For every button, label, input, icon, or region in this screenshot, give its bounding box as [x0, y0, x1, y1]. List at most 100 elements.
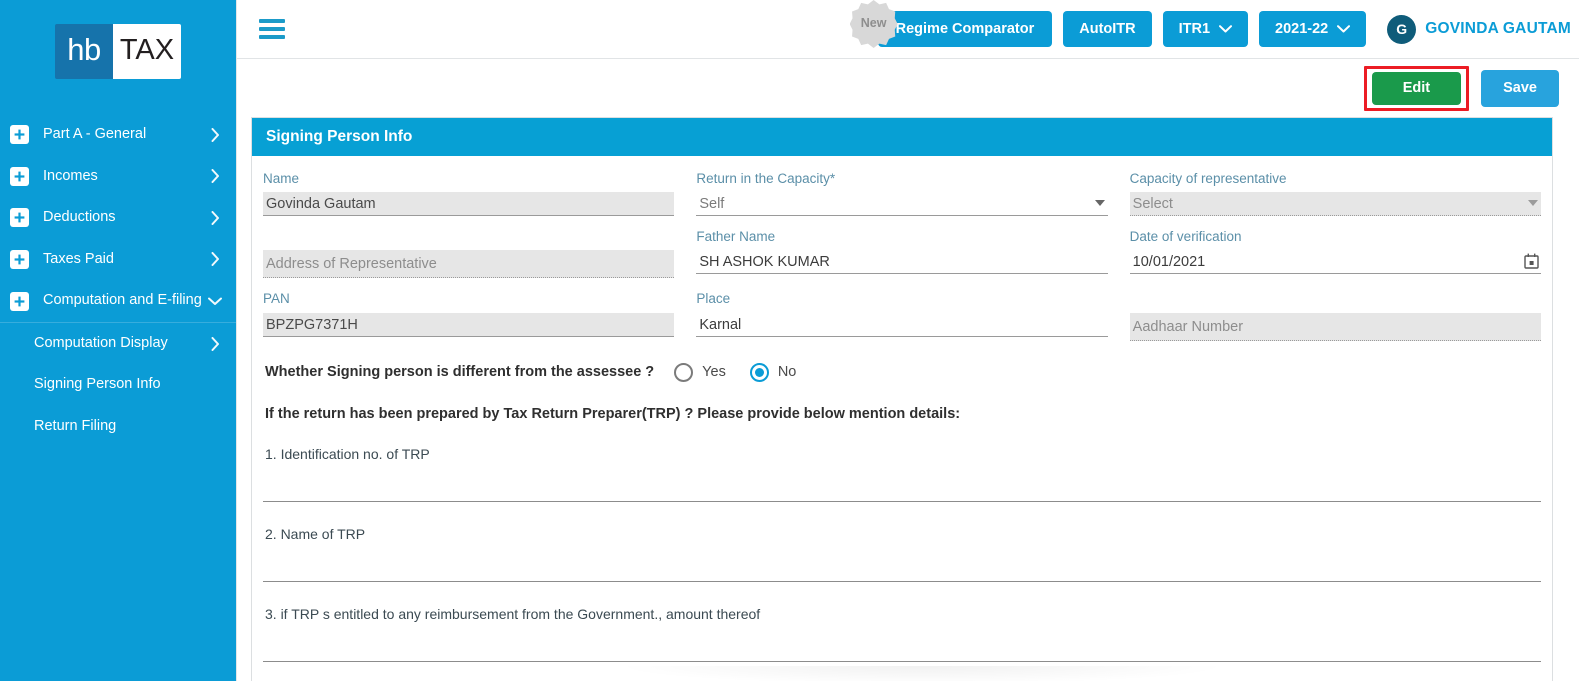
card-title: Signing Person Info — [252, 118, 1552, 156]
field-address-of-representative: Address of Representative — [263, 224, 675, 286]
new-badge: New — [849, 0, 898, 48]
chevron-right-icon — [208, 336, 222, 351]
trp-heading: If the return has been prepared by Tax R… — [265, 405, 961, 422]
aadhaar-number-input[interactable]: Aadhaar Number — [1129, 312, 1541, 341]
chevron-right-icon — [208, 252, 222, 267]
chevron-right-icon — [208, 169, 222, 184]
trp-item-3: 3. if TRP s entitled to any reimbursemen… — [263, 582, 1541, 662]
regime-comparator-label: Regime Comparator — [895, 21, 1035, 37]
field-label: Name — [263, 171, 300, 186]
sidebar-item-label: Taxes Paid — [43, 250, 114, 267]
name-input[interactable]: Govinda Gautam — [263, 192, 675, 217]
sidebar-item-deductions[interactable]: Deductions — [0, 197, 236, 239]
chevron-down-icon — [208, 297, 222, 306]
field-label: PAN — [263, 291, 290, 307]
date-of-verification-input[interactable]: 10/01/2021 — [1129, 250, 1541, 275]
sidebar-item-computation-and-e-filing[interactable]: Computation and E-filing — [0, 280, 236, 322]
chevron-down-icon — [1219, 25, 1233, 33]
sidebar-item-label: Signing Person Info — [34, 376, 161, 393]
trp-item-label: 3. if TRP s entitled to any reimbursemen… — [265, 605, 761, 622]
logo-hb-text: hb — [55, 23, 113, 79]
chevron-right-icon — [208, 210, 222, 225]
address-of-representative-input[interactable]: Address of Representative — [263, 250, 675, 279]
plus-box-icon — [10, 125, 29, 145]
signing-person-info-card: Signing Person Info Name Govinda Gautam … — [251, 117, 1553, 681]
field-label: Capacity of representative — [1129, 171, 1287, 186]
radio-option-yes[interactable]: Yes — [674, 362, 726, 382]
chevron-down-icon — [1094, 200, 1105, 207]
chevron-right-icon — [208, 127, 222, 142]
field-aadhaar-number: Aadhaar Number — [1129, 286, 1541, 348]
save-button[interactable]: Save — [1481, 69, 1559, 107]
form-type-dropdown[interactable]: ITR1 — [1162, 11, 1249, 47]
form-row-3: PAN BPZPG7371H Place Karnal Aadhaar Numb… — [263, 286, 1541, 348]
field-label: Return in the Capacity* — [696, 171, 836, 186]
sidebar-item-label: Computation and E-filing — [43, 292, 202, 309]
regime-comparator-button[interactable]: New Regime Comparator — [849, 0, 1053, 48]
sidebar-item-computation-display[interactable]: Computation Display — [0, 323, 236, 365]
return-capacity-value: Self — [699, 196, 725, 213]
plus-box-icon — [10, 291, 29, 311]
signing-person-question: Whether Signing person is different from… — [265, 364, 655, 381]
logo-tax-text: TAX — [113, 23, 181, 79]
sidebar-item-label: Computation Display — [34, 334, 168, 351]
top-bar-actions: New Regime Comparator AutoITR ITR1 2021-… — [849, 0, 1571, 48]
user-menu[interactable]: G GOVINDA GAUTAM — [1377, 14, 1571, 44]
card-bottom-shadow — [622, 666, 1222, 681]
plus-box-icon — [10, 208, 29, 228]
action-bar: Edit Save — [237, 59, 1579, 117]
field-label-spacer — [263, 229, 674, 245]
radio-label-yes: Yes — [702, 364, 726, 381]
capacity-of-representative-select[interactable]: Select — [1129, 192, 1541, 217]
app-logo[interactable]: hb TAX — [0, 0, 236, 100]
trp-item-2: 2. Name of TRP — [263, 502, 1541, 582]
top-bar: New Regime Comparator AutoITR ITR1 2021-… — [237, 0, 1579, 59]
field-label: Date of verification — [1129, 229, 1242, 245]
calendar-icon[interactable] — [1524, 253, 1539, 270]
field-label: Place — [696, 291, 731, 307]
field-pan: PAN BPZPG7371H — [263, 286, 675, 348]
app-root: hb TAX Part A - General Incomes Deductio… — [0, 0, 1579, 681]
autoitr-label: AutoITR — [1079, 21, 1136, 37]
trp-item-input[interactable] — [263, 468, 1541, 502]
user-name-label: GOVINDA GAUTAM — [1425, 20, 1571, 37]
radio-label-no: No — [777, 364, 797, 381]
plus-box-icon — [10, 249, 29, 269]
plus-box-icon — [10, 166, 29, 186]
trp-item-1: 1. Identification no. of TRP — [263, 422, 1541, 502]
place-input[interactable]: Karnal — [696, 313, 1108, 337]
edit-button-highlight: Edit — [1363, 65, 1470, 111]
return-capacity-select[interactable]: Self — [696, 192, 1108, 217]
field-capacity-of-representative: Capacity of representative Select — [1129, 166, 1541, 224]
chevron-down-icon — [1528, 200, 1538, 207]
sidebar-item-signing-person-info[interactable]: Signing Person Info — [0, 364, 236, 406]
form-type-label: ITR1 — [1178, 21, 1211, 37]
sidebar-item-return-filing[interactable]: Return Filing — [0, 406, 236, 448]
main-area: New Regime Comparator AutoITR ITR1 2021-… — [236, 0, 1579, 681]
hamburger-icon[interactable] — [259, 19, 285, 39]
field-father-name: Father Name SH ASHOK KUMAR — [696, 224, 1108, 286]
sidebar-item-label: Incomes — [43, 167, 98, 184]
father-name-input[interactable]: SH ASHOK KUMAR — [696, 250, 1108, 275]
signing-person-different-row: Whether Signing person is different from… — [263, 349, 1541, 388]
sidebar: hb TAX Part A - General Incomes Deductio… — [0, 0, 236, 681]
pan-input[interactable]: BPZPG7371H — [263, 312, 675, 337]
form-row-2: Address of Representative Father Name SH… — [263, 224, 1541, 286]
sidebar-nav: Part A - General Incomes Deductions Taxe… — [0, 100, 236, 448]
radio-option-no[interactable]: No — [749, 362, 797, 382]
sidebar-item-label: Return Filing — [34, 417, 117, 434]
sidebar-item-taxes-paid[interactable]: Taxes Paid — [0, 239, 236, 281]
card-body: Name Govinda Gautam Return in the Capaci… — [252, 156, 1552, 662]
trp-item-input[interactable] — [263, 548, 1541, 582]
assessment-year-label: 2021-22 — [1275, 21, 1329, 37]
sidebar-item-part-a-general[interactable]: Part A - General — [0, 114, 236, 156]
avatar: G — [1387, 14, 1417, 44]
field-place: Place Karnal — [696, 286, 1108, 348]
assessment-year-dropdown[interactable]: 2021-22 — [1259, 11, 1367, 47]
sidebar-item-label: Part A - General — [43, 126, 147, 142]
sidebar-item-incomes[interactable]: Incomes — [0, 156, 236, 198]
edit-button[interactable]: Edit — [1371, 71, 1462, 105]
capacity-of-representative-value: Select — [1132, 196, 1173, 213]
autoitr-button[interactable]: AutoITR — [1063, 11, 1152, 47]
trp-item-input[interactable] — [263, 628, 1541, 662]
